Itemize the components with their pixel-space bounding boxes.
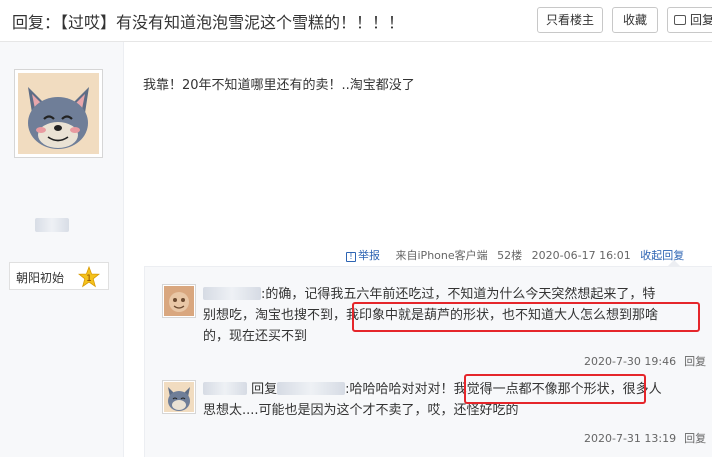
level-name: 朝阳初始	[16, 271, 65, 285]
report-link[interactable]: ! 举报	[346, 249, 386, 262]
sub-reply-list: :的确，记得我五六年前还吃过，不知道为什么今天突然想起来了，特 别想吃，淘宝也搜…	[144, 266, 712, 457]
post-content: 我靠！20年不知道哪里还有的卖！..淘宝都没了	[143, 78, 415, 93]
username-blurred[interactable]	[35, 218, 69, 232]
post-time: 2020-06-17 16:01	[531, 249, 631, 262]
reply-meta: 2020-7-30 19:46 回复	[584, 353, 706, 369]
reply-time: 2020-7-30 19:46	[584, 355, 677, 368]
thread-title-bar: 回复：【过哎】有没有知道泡泡雪泥这个雪糕的！！！！ 只看楼主 收藏 回复	[0, 0, 712, 42]
post-meta: ! 举报 来自iPhone客户端 52楼 2020-06-17 16:01 收起回…	[346, 247, 690, 263]
level-star-icon: 1	[78, 266, 100, 288]
reply-line-3: 的，现在还买不到	[203, 329, 308, 344]
reply-avatar-image	[164, 286, 194, 316]
reply-line-2: 思想太....可能也是因为这个才不卖了，哎，还怪好吃的	[203, 403, 519, 418]
post-source: 来自iPhone客户端	[395, 249, 488, 262]
warning-icon: !	[346, 252, 356, 262]
cat-avatar-image	[18, 73, 99, 154]
reply-avatar[interactable]	[162, 284, 196, 318]
reply-button[interactable]: 回复	[667, 7, 712, 33]
reply-icon	[674, 15, 686, 25]
reply-line-1: 的确，记得我五六年前还吃过，不知道为什么今天突然想起来了，特	[265, 287, 656, 302]
reply-highlighted-text: 我印象中就是葫芦的形状，也不知道大人怎么想到那啥	[346, 308, 659, 323]
user-level-badge: 朝阳初始 1	[9, 262, 109, 290]
reply-to-reply-link[interactable]: 回复	[684, 432, 706, 445]
reply-to-reply-link[interactable]: 回复	[684, 355, 706, 368]
report-label: 举报	[358, 249, 380, 262]
reply-username-blurred[interactable]	[203, 287, 261, 300]
user-avatar[interactable]	[14, 69, 103, 158]
floor-number: 52楼	[497, 249, 523, 262]
favorite-button[interactable]: 收藏	[612, 7, 658, 33]
reply-text: 回复:哈哈哈哈对对对！我觉得一点都不像那个形状，很多人 思想太....可能也是因…	[203, 379, 703, 421]
reply-word: 回复	[251, 382, 278, 397]
only-author-button[interactable]: 只看楼主	[537, 7, 603, 33]
reply-line-1b: ，很多人	[609, 382, 662, 397]
reply-username-blurred[interactable]	[203, 382, 247, 395]
reply-avatar-image	[164, 382, 194, 412]
reply-avatar[interactable]	[162, 380, 196, 414]
reply-button-label: 回复	[690, 13, 712, 27]
thread-title: 回复：【过哎】有没有知道泡泡雪泥这个雪糕的！！！！	[12, 13, 405, 32]
reply-highlighted-text: 我觉得一点都不像那个形状	[453, 382, 610, 397]
reply-meta: 2020-7-31 13:19 回复	[584, 430, 706, 446]
replied-username-blurred[interactable]	[277, 382, 346, 395]
level-number: 1	[86, 274, 92, 284]
reply-line-1a: 哈哈哈哈对对对！	[349, 382, 454, 397]
reply-text: :的确，记得我五六年前还吃过，不知道为什么今天突然想起来了，特 别想吃，淘宝也搜…	[203, 284, 703, 347]
reply-line-2a: 别想吃，淘宝也搜不到，	[203, 308, 347, 323]
reply-time: 2020-7-31 13:19	[584, 432, 677, 445]
user-info-column: 朝阳初始 1	[0, 42, 124, 457]
